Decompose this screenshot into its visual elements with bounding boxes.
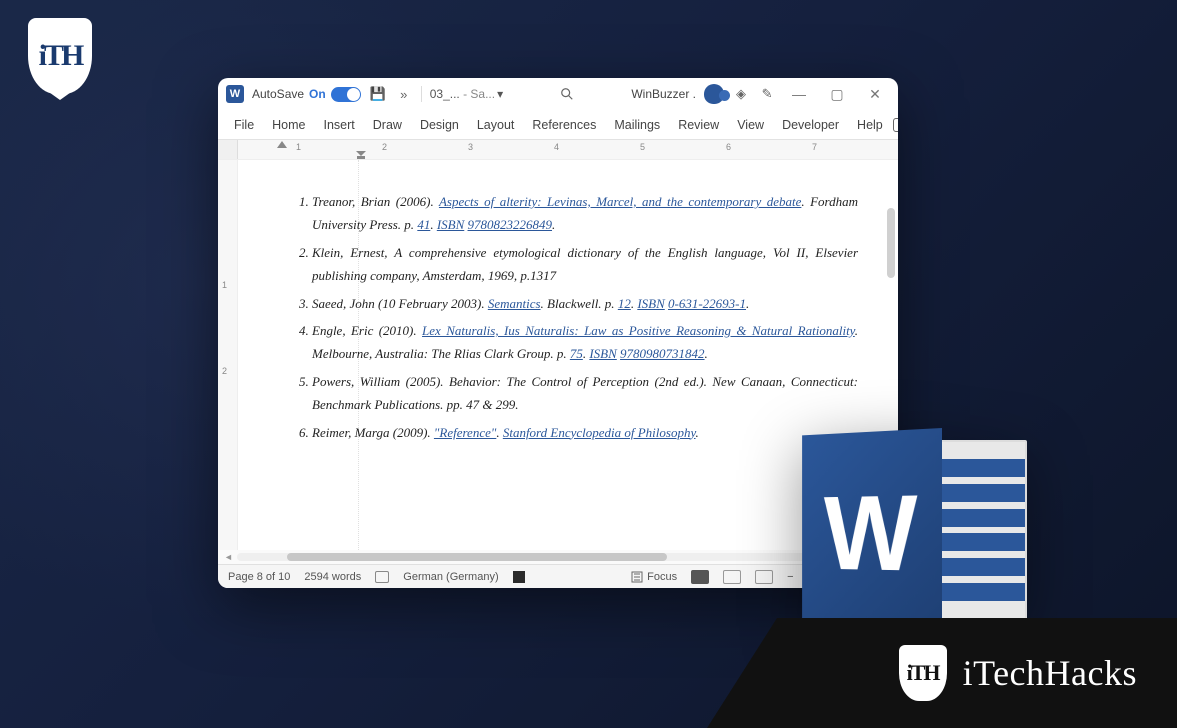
word-product-logo: W	[787, 428, 1027, 638]
ruler-num: 5	[640, 142, 645, 152]
tab-home[interactable]: Home	[264, 112, 313, 138]
scroll-left-icon[interactable]: ◄	[224, 552, 233, 562]
reference-item[interactable]: Klein, Ernest, A comprehensive etymologi…	[312, 241, 858, 288]
page-indicator[interactable]: Page 8 of 10	[228, 571, 290, 583]
account-name[interactable]: WinBuzzer .	[631, 87, 696, 101]
tab-design[interactable]: Design	[412, 112, 467, 138]
itechhacks-brand-footer: iTH iTechHacks	[707, 618, 1177, 728]
word-count[interactable]: 2594 words	[304, 571, 361, 583]
toggle-switch-icon[interactable]	[331, 87, 361, 102]
vertical-ruler[interactable]: 1 2	[218, 160, 238, 550]
titlebar: W AutoSave On 💾 » 03_... - Sa...▾ WinBuz…	[218, 78, 898, 110]
web-layout-icon[interactable]	[755, 570, 773, 584]
tab-help[interactable]: Help	[849, 112, 891, 138]
tab-draw[interactable]: Draw	[365, 112, 410, 138]
tab-layout[interactable]: Layout	[469, 112, 523, 138]
close-button[interactable]: ✕	[860, 79, 890, 109]
scrollbar-thumb[interactable]	[287, 553, 667, 561]
autosave-state: On	[309, 87, 326, 101]
margin-guide	[358, 160, 359, 550]
print-layout-icon[interactable]	[723, 570, 741, 584]
ruler-num: 7	[812, 142, 817, 152]
reference-item[interactable]: Engle, Eric (2010). Lex Naturalis, Ius N…	[312, 319, 858, 366]
reference-item[interactable]: Saeed, John (10 February 2003). Semantic…	[312, 292, 858, 315]
itechhacks-wordmark: iTechHacks	[963, 652, 1137, 694]
document-title[interactable]: 03_... - Sa...▾	[430, 87, 503, 101]
word-app-icon: W	[226, 85, 244, 103]
account-avatar-icon[interactable]	[704, 84, 724, 104]
hanging-indent-icon[interactable]	[356, 151, 366, 159]
pen-icon[interactable]: ✎	[758, 85, 776, 103]
tab-references[interactable]: References	[524, 112, 604, 138]
ruler-num: 3	[468, 142, 473, 152]
language-indicator[interactable]: German (Germany)	[403, 571, 498, 583]
ruler-num: 1	[296, 142, 301, 152]
reference-item[interactable]: Reimer, Marga (2009). "Reference". Stanf…	[312, 421, 858, 444]
itechhacks-logo-top: iTH	[28, 18, 92, 94]
spellcheck-icon[interactable]	[375, 571, 389, 583]
autosave-label: AutoSave	[252, 87, 304, 101]
search-icon[interactable]	[558, 85, 576, 103]
word-logo-letter: W	[824, 470, 918, 595]
diamond-icon[interactable]: ◈	[732, 85, 750, 103]
tab-developer[interactable]: Developer	[774, 112, 847, 138]
horizontal-ruler[interactable]: 1 2 3 4 5 6 7	[218, 140, 898, 160]
ruler-num: 2	[382, 142, 387, 152]
first-line-indent-icon[interactable]	[277, 141, 287, 148]
tab-view[interactable]: View	[729, 112, 772, 138]
ribbon-tabs: File Home Insert Draw Design Layout Refe…	[218, 110, 898, 140]
separator	[421, 86, 422, 102]
maximize-button[interactable]: ▢	[822, 79, 852, 109]
tab-insert[interactable]: Insert	[316, 112, 363, 138]
macro-record-icon[interactable]	[513, 571, 525, 583]
minimize-button[interactable]: —	[784, 79, 814, 109]
focus-mode-button[interactable]: Focus	[631, 571, 677, 583]
tab-file[interactable]: File	[226, 112, 262, 138]
scrollbar-thumb[interactable]	[887, 208, 895, 278]
reference-item[interactable]: Powers, William (2005). Behavior: The Co…	[312, 370, 858, 417]
itechhacks-shield-icon: iTH	[899, 645, 947, 701]
ruler-num: 4	[554, 142, 559, 152]
save-icon[interactable]: 💾	[369, 85, 387, 103]
tab-mailings[interactable]: Mailings	[606, 112, 668, 138]
comments-icon[interactable]	[893, 118, 898, 132]
tab-review[interactable]: Review	[670, 112, 727, 138]
vruler-num: 1	[222, 280, 227, 290]
references-list: Treanor, Brian (2006). Aspects of alteri…	[290, 190, 858, 444]
autosave-toggle[interactable]: AutoSave On	[252, 87, 361, 102]
reference-item[interactable]: Treanor, Brian (2006). Aspects of alteri…	[312, 190, 858, 237]
ruler-num: 6	[726, 142, 731, 152]
overflow-icon[interactable]: »	[395, 85, 413, 103]
vruler-num: 2	[222, 366, 227, 376]
read-mode-icon[interactable]	[691, 570, 709, 584]
